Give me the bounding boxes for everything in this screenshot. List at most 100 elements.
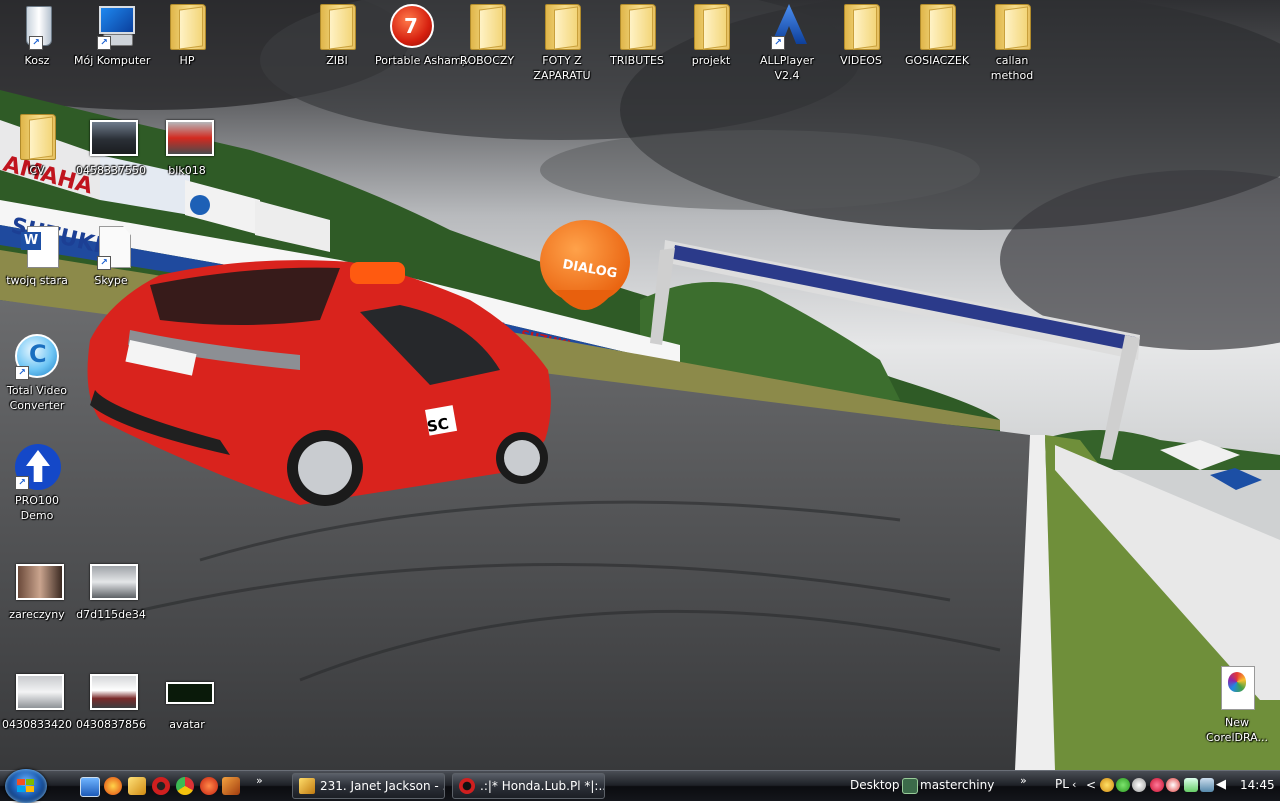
desktop-icon-label: Mój Komputer [74, 54, 151, 67]
desktop-icon-label: 0430837856 [76, 718, 146, 731]
image-thumbnail-icon [89, 668, 138, 714]
allplayer-icon: ↗ [765, 4, 809, 50]
desktop-icon-label: blk018 [168, 164, 206, 177]
tray-app-icon-5[interactable] [1166, 778, 1180, 792]
folder-icon [465, 4, 509, 50]
desktop-icon-recycle-bin[interactable]: ↗ Kosz [0, 4, 74, 68]
desktop-icon-new-coreldraw[interactable]: New CorelDRA... [1200, 666, 1274, 745]
desktop-icon-label: PRO100 Demo [15, 494, 59, 522]
volume-icon[interactable]: ◀ [1216, 778, 1230, 792]
opera-quicklaunch-icon[interactable] [152, 777, 170, 795]
svg-text:SC: SC [426, 414, 451, 436]
desktop-icon-label: GOSIACZEK [904, 54, 970, 67]
show-desktop-icon[interactable] [80, 777, 100, 797]
desktop-icon-label: HP [179, 54, 195, 67]
desktop-toolbar[interactable]: Desktop [850, 778, 900, 792]
desktop-icon-0430833420[interactable]: 0430833420 [0, 668, 74, 732]
desktop-icon-label: d7d115de34 [76, 608, 146, 621]
desktop-icon-zareczyny[interactable]: zareczyny [0, 558, 74, 622]
desktop-icon-roboczy[interactable]: ROBOCZY [450, 4, 524, 68]
desktop-icon-cv[interactable]: CV [0, 114, 74, 178]
network-icon[interactable] [1200, 778, 1214, 792]
computer-icon: ↗ [89, 4, 135, 50]
tray-app-icon-4[interactable] [1150, 778, 1164, 792]
tray-expand-chevron-icon[interactable]: ‹ [1072, 778, 1076, 791]
ashampoo-burning-icon: 7 [390, 4, 434, 50]
desktop-icon-videos[interactable]: VIDEOS [824, 4, 898, 68]
image-thumbnail-icon [89, 114, 138, 160]
desktop-icon-d7d115de34[interactable]: d7d115de34 [74, 558, 148, 622]
clock[interactable]: 14:45 [1240, 778, 1275, 792]
desktop-icon-label: Skype [94, 274, 128, 287]
desktop-icon-zibi[interactable]: ZIBI [300, 4, 374, 68]
winamp-quicklaunch-icon[interactable] [128, 777, 146, 795]
tray-app-icon-3[interactable] [1132, 778, 1146, 792]
taskbar: » 231. Janet Jackson - ... .:|* Honda.Lu… [0, 769, 1280, 803]
desktop-icon-label: Kosz [24, 54, 50, 67]
quick-launch-overflow-button[interactable]: » [256, 774, 263, 787]
windows-logo-icon [17, 779, 35, 793]
masterchiny-icon [902, 778, 918, 794]
recycle-bin-icon: ↗ [15, 4, 59, 50]
masterchiny-toolbar-item[interactable]: masterchiny [920, 778, 994, 792]
desktop-icon-twojq-stara[interactable]: W twojq stara [0, 224, 74, 288]
ashampoo-quicklaunch-icon[interactable] [104, 777, 122, 795]
tray-app-icon-1[interactable] [1100, 778, 1114, 792]
language-indicator[interactable]: PL [1055, 777, 1069, 791]
folder-icon [990, 4, 1034, 50]
desktop-icon-tributes[interactable]: TRIBUTES [600, 4, 674, 68]
image-thumbnail-icon [89, 558, 138, 604]
desktop-icon-avatar[interactable]: avatar [150, 668, 224, 732]
desktop-icon-total-video-converter[interactable]: C ↗ Total Video Converter [0, 334, 74, 413]
desktop-icon-0430837856[interactable]: 0430837856 [74, 668, 148, 732]
toolbar-overflow-button[interactable]: » [1020, 774, 1027, 787]
desktop-icon-hp[interactable]: HP [150, 4, 224, 68]
taskbar-button-opera[interactable]: .:|* Honda.Lub.Pl *|:.... [452, 773, 605, 799]
desktop-icon-label: New CorelDRA... [1205, 716, 1268, 744]
folder-icon [540, 4, 584, 50]
opera-icon [459, 778, 475, 794]
desktop-icon-callan-method[interactable]: callan method [975, 4, 1049, 83]
desktop-icon-label: avatar [169, 718, 205, 731]
desktop-icon-foty-z-zaparatu[interactable]: FOTY Z ZAPARATU [525, 4, 599, 83]
folder-icon [615, 4, 659, 50]
taskbar-button-winamp[interactable]: 231. Janet Jackson - ... [292, 773, 445, 799]
desktop-icon-label: projekt [691, 54, 731, 67]
winamp-icon [299, 778, 315, 794]
desktop-icon-gosiaczek[interactable]: GOSIACZEK [900, 4, 974, 68]
tray-arrow-icon[interactable]: < [1084, 778, 1098, 792]
task-label: .:|* Honda.Lub.Pl *|:.... [480, 779, 605, 793]
folder-icon [689, 4, 733, 50]
burning-quicklaunch-icon[interactable] [200, 777, 218, 795]
desktop-icon-blk018[interactable]: blk018 [150, 114, 224, 178]
desktop-icon-label: twojq stara [6, 274, 68, 287]
desktop-icon-my-computer[interactable]: ↗ Mój Komputer [74, 4, 151, 68]
winamp-lightning-icon[interactable] [222, 777, 240, 795]
desktop-icon-allplayer[interactable]: ↗ ALLPlayer V2.4 [750, 4, 824, 83]
desktop-icon-label: ROBOCZY [459, 54, 515, 67]
folder-icon [839, 4, 883, 50]
desktop-icon-portable-ashampoo[interactable]: 7 Portable Ashamp... [375, 4, 479, 68]
desktop-icon-label: FOTY Z ZAPARATU [533, 54, 591, 82]
desktop-icon-pro100-demo[interactable]: ↗ PRO100 Demo [0, 444, 74, 523]
desktop-icon-projekt[interactable]: projekt [674, 4, 748, 68]
video-converter-icon: C ↗ [15, 334, 59, 380]
desktop-icon-label: Total Video Converter [6, 384, 67, 412]
start-button[interactable] [5, 769, 47, 803]
image-thumbnail-icon [165, 668, 214, 714]
chrome-quicklaunch-icon[interactable] [176, 777, 194, 795]
folder-icon [165, 4, 209, 50]
coreldraw-icon [1215, 666, 1259, 712]
folder-icon [15, 114, 59, 160]
desktop-icon-skype[interactable]: ↗ Skype [74, 224, 148, 288]
image-thumbnail-icon [15, 668, 64, 714]
desktop-icon-0458337550[interactable]: 0458337550 [74, 114, 148, 178]
word-document-icon: W [15, 224, 59, 270]
tray-app-icon-2[interactable] [1116, 778, 1130, 792]
battery-icon[interactable] [1184, 778, 1198, 792]
folder-icon [315, 4, 359, 50]
image-thumbnail-icon [165, 114, 214, 160]
desktop-icon-label: VIDEOS [840, 54, 882, 67]
task-label: 231. Janet Jackson - ... [320, 779, 445, 793]
desktop-icon-label: 0458337550 [76, 164, 146, 177]
